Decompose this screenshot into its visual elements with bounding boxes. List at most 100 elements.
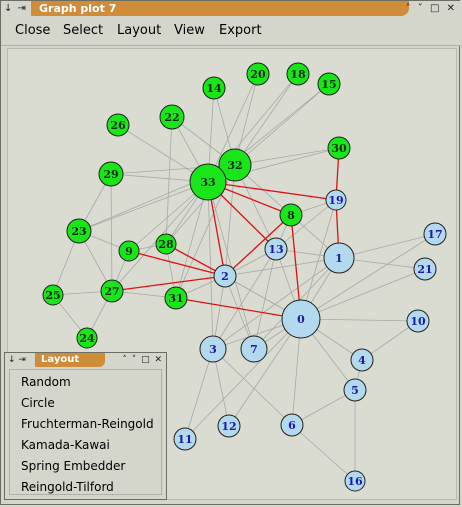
menu-export[interactable]: Export [219, 23, 262, 38]
layout-window-controls[interactable]: ˄ ˅ □ ✕ [122, 353, 163, 367]
node-8[interactable]: 8 [279, 203, 303, 227]
layout-option-fruchterman-reingold[interactable]: Fruchterman-Reingold [21, 417, 154, 431]
node-label-17: 17 [427, 228, 442, 241]
node-23[interactable]: 23 [66, 218, 92, 244]
edge-32-15 [234, 83, 330, 166]
edge-22-28 [165, 116, 173, 245]
node-label-23: 23 [71, 225, 86, 238]
menu-bar: Close Select Layout View Export [1, 17, 461, 46]
edge-0-17 [300, 233, 436, 320]
node-28[interactable]: 28 [155, 233, 177, 255]
menu-layout[interactable]: Layout [117, 23, 161, 38]
node-label-21: 21 [417, 263, 432, 276]
title-bar[interactable]: ↓ ⇥ Graph plot 7 ˄ ˅ □ ✕ [1, 1, 461, 17]
edge-33-19 [207, 181, 337, 201]
menu-close[interactable]: Close [15, 23, 50, 38]
node-label-0: 0 [297, 313, 305, 326]
node-26[interactable]: 26 [106, 113, 130, 137]
node-label-9: 9 [125, 245, 133, 258]
node-30[interactable]: 30 [327, 136, 351, 160]
edge-33-23 [78, 181, 209, 232]
node-12[interactable]: 12 [217, 414, 241, 438]
node-13[interactable]: 13 [264, 237, 288, 261]
node-1[interactable]: 1 [323, 242, 355, 274]
node-label-18: 18 [290, 68, 306, 81]
node-label-1: 1 [335, 252, 343, 265]
layout-option-spring-embedder[interactable]: Spring Embedder [21, 459, 125, 473]
node-label-27: 27 [104, 285, 119, 298]
node-10[interactable]: 10 [406, 309, 430, 333]
node-11[interactable]: 11 [173, 427, 197, 451]
node-16[interactable]: 16 [344, 470, 366, 492]
node-33[interactable]: 33 [189, 163, 227, 201]
edge-0-21 [300, 268, 426, 320]
node-label-19: 19 [328, 194, 343, 207]
layout-window-title[interactable]: Layout [35, 353, 105, 367]
node-27[interactable]: 27 [100, 279, 124, 303]
node-label-16: 16 [347, 475, 363, 488]
node-label-29: 29 [103, 168, 118, 181]
layout-option-circle[interactable]: Circle [21, 396, 55, 410]
node-label-4: 4 [358, 354, 366, 367]
node-label-25: 25 [45, 289, 60, 302]
edge-29-27 [110, 173, 113, 292]
node-15[interactable]: 15 [317, 72, 341, 96]
node-label-14: 14 [206, 82, 222, 95]
layout-window: ↓ ⇥ Layout ˄ ˅ □ ✕ Random Circle Fruchte… [4, 352, 167, 500]
node-label-30: 30 [331, 142, 347, 155]
node-label-10: 10 [410, 315, 426, 328]
node-20[interactable]: 20 [246, 62, 270, 86]
node-6[interactable]: 6 [280, 413, 304, 437]
node-label-15: 15 [321, 78, 336, 91]
node-17[interactable]: 17 [423, 222, 447, 246]
layout-option-reingold-tilford[interactable]: Reingold-Tilford [21, 480, 114, 494]
edge-6-16 [291, 424, 356, 482]
node-label-31: 31 [168, 292, 183, 305]
node-4[interactable]: 4 [350, 348, 374, 372]
edge-13-7 [253, 248, 277, 350]
layout-window-menu-controls[interactable]: ↓ ⇥ [8, 353, 26, 367]
edge-32-2 [224, 164, 236, 277]
node-0[interactable]: 0 [281, 299, 321, 339]
node-label-8: 8 [287, 209, 295, 222]
node-2[interactable]: 2 [213, 264, 237, 288]
menu-view[interactable]: View [174, 23, 205, 38]
node-label-20: 20 [250, 68, 266, 81]
node-label-3: 3 [209, 343, 217, 356]
node-14[interactable]: 14 [202, 76, 226, 100]
node-label-26: 26 [110, 119, 126, 132]
node-label-22: 22 [164, 111, 179, 124]
menu-select[interactable]: Select [63, 23, 103, 38]
node-label-11: 11 [177, 433, 192, 446]
node-3[interactable]: 3 [199, 335, 227, 363]
node-7[interactable]: 7 [240, 335, 268, 363]
node-label-33: 33 [200, 176, 215, 189]
node-label-7: 7 [250, 343, 258, 356]
window-menu-controls[interactable]: ↓ ⇥ [4, 1, 27, 16]
node-label-13: 13 [268, 243, 283, 256]
node-5[interactable]: 5 [343, 378, 367, 402]
node-label-28: 28 [158, 238, 174, 251]
window-controls[interactable]: ˄ ˅ □ ✕ [406, 1, 457, 16]
node-25[interactable]: 25 [42, 284, 64, 306]
node-31[interactable]: 31 [164, 286, 188, 310]
node-label-24: 24 [79, 332, 95, 345]
edge-3-11 [184, 348, 214, 440]
node-label-32: 32 [227, 159, 242, 172]
node-label-2: 2 [221, 270, 229, 283]
edge-32-18 [234, 73, 299, 166]
window-title[interactable]: Graph plot 7 [31, 1, 409, 16]
node-29[interactable]: 29 [98, 161, 124, 187]
layout-options-list: Random Circle Fruchterman-Reingold Kamad… [9, 369, 162, 495]
node-18[interactable]: 18 [286, 62, 310, 86]
node-9[interactable]: 9 [118, 240, 140, 262]
node-22[interactable]: 22 [159, 104, 185, 130]
node-21[interactable]: 21 [413, 257, 437, 281]
node-24[interactable]: 24 [76, 327, 98, 349]
node-label-5: 5 [351, 384, 359, 397]
node-19[interactable]: 19 [325, 189, 347, 211]
node-label-12: 12 [221, 420, 236, 433]
layout-option-random[interactable]: Random [21, 375, 71, 389]
layout-option-kamada-kawai[interactable]: Kamada-Kawai [21, 438, 110, 452]
node-label-6: 6 [288, 419, 296, 432]
